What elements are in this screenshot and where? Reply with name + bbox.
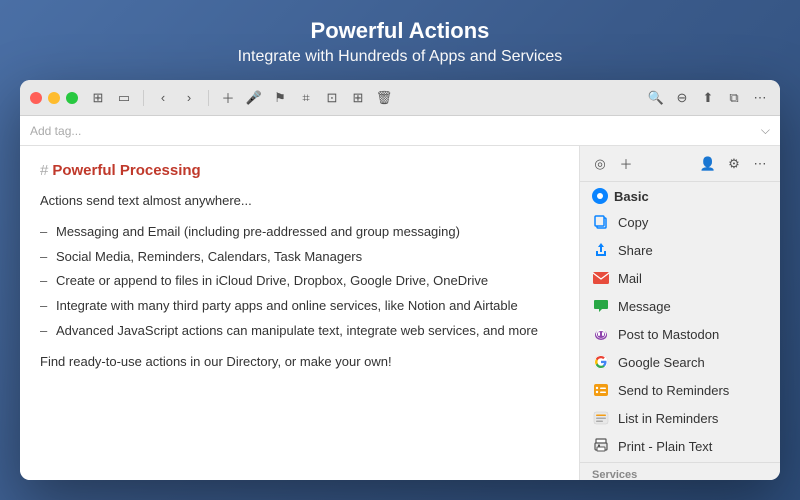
- note-title: #Powerful Processing: [40, 162, 559, 179]
- share-icon: [592, 241, 610, 259]
- sidebar-item-print[interactable]: Print - Plain Text: [580, 432, 780, 460]
- sidebar-item-copy[interactable]: Copy: [580, 208, 780, 236]
- mail-label: Mail: [618, 271, 642, 286]
- print-label: Print - Plain Text: [618, 439, 712, 454]
- back-icon[interactable]: ‹: [153, 88, 173, 108]
- separator-2: [208, 90, 209, 106]
- add-icon[interactable]: ＋: [218, 88, 238, 108]
- more-icon[interactable]: ⋯: [750, 88, 770, 108]
- plus-icon[interactable]: ＋: [616, 154, 636, 174]
- main-area: #Powerful Processing Actions send text a…: [20, 146, 780, 480]
- google-icon: [592, 353, 610, 371]
- circle-check-icon[interactable]: ◎: [590, 154, 610, 174]
- link-icon[interactable]: ⌗: [296, 88, 316, 108]
- sidebar-item-mastodon[interactable]: Post to Mastodon: [580, 320, 780, 348]
- basic-label: Basic: [614, 189, 649, 204]
- zoom-out-icon[interactable]: ⊖: [672, 88, 692, 108]
- google-label: Google Search: [618, 355, 705, 370]
- sidebar-item-list-reminders[interactable]: List in Reminders: [580, 404, 780, 432]
- forward-icon[interactable]: ›: [179, 88, 199, 108]
- traffic-lights: [30, 92, 78, 104]
- page-subtitle: Integrate with Hundreds of Apps and Serv…: [238, 48, 563, 66]
- page-title: Powerful Actions: [238, 18, 563, 44]
- app-window: ⊞ ▭ ‹ › ＋ 🎤 ⚑ ⌗ ⊡ ⊞ 🗑 🔍 ⊖ ⬆ ⧉ ⋯ Add tag.…: [20, 80, 780, 480]
- fullscreen-button[interactable]: [66, 92, 78, 104]
- sidebar-item-send-reminders[interactable]: Send to Reminders: [580, 376, 780, 404]
- note-content: #Powerful Processing Actions send text a…: [20, 146, 580, 480]
- ellipsis-icon[interactable]: ⋯: [750, 154, 770, 174]
- list-item: Create or append to files in iCloud Driv…: [40, 271, 559, 292]
- mail-icon: [592, 269, 610, 287]
- list-reminders-label: List in Reminders: [618, 411, 718, 426]
- sidebar-actions-list: Copy Share: [580, 208, 780, 480]
- person-icon[interactable]: 👤: [698, 154, 718, 174]
- list-reminders-icon: [592, 409, 610, 427]
- list-item: Advanced JavaScript actions can manipula…: [40, 321, 559, 342]
- share-label: Share: [618, 243, 653, 258]
- list-item: Messaging and Email (including pre-addre…: [40, 222, 559, 243]
- separator-1: [143, 90, 144, 106]
- list-item: Integrate with many third party apps and…: [40, 296, 559, 317]
- tag-placeholder[interactable]: Add tag...: [30, 124, 761, 138]
- basic-badge-dot: [597, 193, 603, 199]
- title-hash: #: [40, 162, 48, 179]
- toolbar-right: 🔍 ⊖ ⬆ ⧉ ⋯: [646, 88, 770, 108]
- minimize-button[interactable]: [48, 92, 60, 104]
- toolbar-icons: ⊞ ▭ ‹ › ＋ 🎤 ⚑ ⌗ ⊡ ⊞ 🗑: [88, 88, 646, 108]
- trash-icon[interactable]: 🗑: [374, 88, 394, 108]
- services-header: Services: [580, 462, 780, 480]
- mastodon-icon: [592, 325, 610, 343]
- mastodon-label: Post to Mastodon: [618, 327, 719, 342]
- note-intro: Actions send text almost anywhere...: [40, 191, 559, 212]
- send-reminders-label: Send to Reminders: [618, 383, 729, 398]
- tag-bar: Add tag... ⌵: [20, 116, 780, 146]
- settings-icon[interactable]: ⚙: [724, 154, 744, 174]
- sidebar-item-google[interactable]: Google Search: [580, 348, 780, 376]
- tag-chevron-icon[interactable]: ⌵: [761, 123, 770, 138]
- sidebar-toggle-icon[interactable]: ⊞: [88, 88, 108, 108]
- basic-section-header: Basic: [580, 182, 780, 208]
- sidebar-item-share[interactable]: Share: [580, 236, 780, 264]
- close-button[interactable]: [30, 92, 42, 104]
- list-item: Social Media, Reminders, Calendars, Task…: [40, 247, 559, 268]
- image-icon[interactable]: ⊡: [322, 88, 342, 108]
- share-icon[interactable]: ⬆: [698, 88, 718, 108]
- page-header: Powerful Actions Integrate with Hundreds…: [238, 18, 563, 66]
- sidebar-item-mail[interactable]: Mail: [580, 264, 780, 292]
- reminders-icon: [592, 381, 610, 399]
- flag-icon[interactable]: ⚑: [270, 88, 290, 108]
- table-icon[interactable]: ⊞: [348, 88, 368, 108]
- tag-bar-right: ⌵: [761, 123, 770, 138]
- sidebar-item-message[interactable]: Message: [580, 292, 780, 320]
- message-icon: [592, 297, 610, 315]
- mic-icon[interactable]: 🎤: [244, 88, 264, 108]
- sidebar-toolbar: ◎ ＋ 👤 ⚙ ⋯: [580, 146, 780, 182]
- window-icon[interactable]: ⧉: [724, 88, 744, 108]
- copy-icon: [592, 213, 610, 231]
- title-bar: ⊞ ▭ ‹ › ＋ 🎤 ⚑ ⌗ ⊡ ⊞ 🗑 🔍 ⊖ ⬆ ⧉ ⋯: [20, 80, 780, 116]
- panel-icon[interactable]: ▭: [114, 88, 134, 108]
- actions-sidebar: ◎ ＋ 👤 ⚙ ⋯ Basic: [580, 146, 780, 480]
- print-icon: [592, 437, 610, 455]
- basic-badge: [592, 188, 608, 204]
- note-footer: Find ready-to-use actions in our Directo…: [40, 352, 559, 373]
- message-label: Message: [618, 299, 671, 314]
- note-list: Messaging and Email (including pre-addre…: [40, 222, 559, 342]
- note-body: Actions send text almost anywhere... Mes…: [40, 191, 559, 373]
- note-title-text: Powerful Processing: [52, 162, 200, 179]
- search-icon[interactable]: 🔍: [646, 88, 666, 108]
- copy-label: Copy: [618, 215, 648, 230]
